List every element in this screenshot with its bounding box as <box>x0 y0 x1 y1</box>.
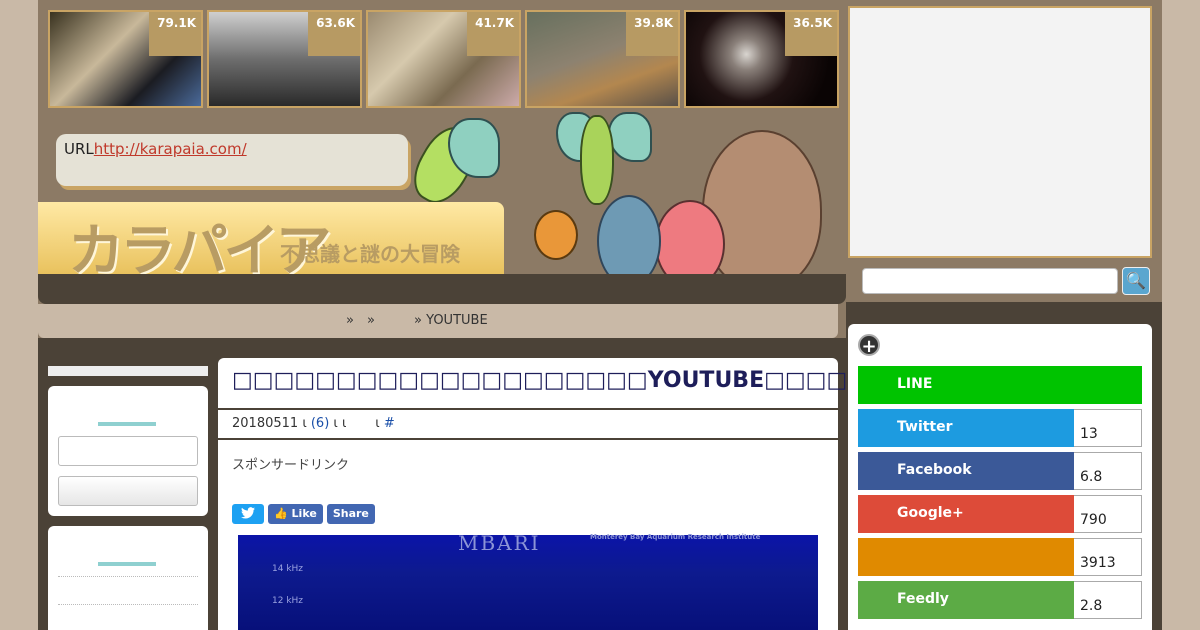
sidebar-search-card <box>48 386 208 516</box>
share-row-hatena[interactable]: 3913 <box>858 538 1142 576</box>
article-title[interactable]: □□□□□□□□□□□□□□□□□□□□YOUTUBE□□□□□□□□ <box>232 368 930 393</box>
view-count: 36.5K <box>785 12 837 56</box>
url-bubble: URLhttp://karapaia.com/ <box>56 134 408 186</box>
social-share-panel: + LINE Twitter 13 Facebook 6.8 Google+ 790 3913… <box>848 324 1152 630</box>
header-bottom-bar <box>38 274 846 304</box>
list-divider <box>58 604 198 605</box>
orange-mascot <box>534 210 578 260</box>
twitter-share-count: 13 <box>1074 409 1142 447</box>
spectrogram-tick: 12 kHz <box>272 596 304 606</box>
mbari-logo-subtitle: Monterey Bay Aquarium Research Institute <box>590 533 761 541</box>
breadcrumb-separator: » <box>367 313 375 328</box>
thumbnail-5[interactable]: 36.5K <box>684 10 839 108</box>
title-divider <box>218 408 838 410</box>
share-row-facebook[interactable]: Facebook 6.8 <box>858 452 1142 490</box>
section-divider <box>98 562 156 566</box>
like-label: Like <box>291 507 317 520</box>
spectrogram-tick: 14 kHz <box>272 564 304 574</box>
mbari-logo: MBARI <box>458 531 541 555</box>
tweet-button[interactable] <box>232 504 264 524</box>
popular-thumbnails: 79.1K 63.6K 41.7K 39.8K 36.5K <box>48 10 839 108</box>
twitter-share-button[interactable]: Twitter <box>858 409 1074 447</box>
site-tagline: 不思議と謎の大冒険 <box>280 242 460 266</box>
hatena-share-button[interactable] <box>858 538 1074 576</box>
share-label: Share <box>332 507 369 520</box>
search-button[interactable]: 🔍 <box>1122 267 1150 295</box>
embedded-video[interactable]: MBARI Monterey Bay Aquarium Research Ins… <box>238 531 818 630</box>
meta-separator: ι <box>302 416 307 431</box>
advertisement-box <box>848 6 1152 258</box>
sidebar-list-card <box>48 526 208 630</box>
facebook-share-count: 6.8 <box>1074 452 1142 490</box>
article: □□□□□□□□□□□□□□□□□□□□YOUTUBE□□□□□□□□ 2018… <box>218 358 930 630</box>
share-row-twitter[interactable]: Twitter 13 <box>858 409 1142 447</box>
search-icon: 🔍 <box>1126 271 1146 290</box>
article-share-buttons: 👍 Like Share <box>232 504 375 524</box>
share-row-feedly[interactable]: Feedly 2.8 <box>858 581 1142 619</box>
comment-count-link[interactable]: (6) <box>311 416 329 431</box>
breadcrumb-current[interactable]: » YOUTUBE <box>414 313 488 328</box>
butterfly-mascot-center <box>580 115 614 205</box>
google-plus-share-button[interactable]: Google+ <box>858 495 1074 533</box>
share-row-line[interactable]: LINE <box>858 366 1142 404</box>
plus-icon[interactable]: + <box>858 334 880 357</box>
view-count: 79.1K <box>149 12 201 56</box>
sidebar-input[interactable] <box>58 436 198 466</box>
sidebar-header-strip <box>48 366 208 376</box>
section-divider <box>98 422 156 426</box>
tag-link[interactable]: # <box>384 416 395 431</box>
line-share-button[interactable]: LINE <box>858 366 1142 404</box>
facebook-share-button[interactable]: Facebook <box>858 452 1074 490</box>
thumbnail-2[interactable]: 63.6K <box>207 10 362 108</box>
site-logo-banner[interactable]: カラパイア 不思議と謎の大冒険 <box>38 202 504 284</box>
breadcrumb-separator: » <box>346 313 354 328</box>
hatena-share-count: 3913 <box>1074 538 1142 576</box>
breadcrumb: » » » YOUTUBE <box>38 304 838 338</box>
view-count: 39.8K <box>626 12 678 56</box>
thumbs-up-icon: 👍 <box>274 507 288 520</box>
meta-divider <box>218 438 838 440</box>
google-plus-share-count: 790 <box>1074 495 1142 533</box>
sponsored-link-label: スポンサードリンク <box>232 458 350 473</box>
share-row-google-plus[interactable]: Google+ 790 <box>858 495 1142 533</box>
search-area: 🔍 <box>848 262 1152 302</box>
article-meta: 20180511 ι (6) ι ι ι # <box>232 416 395 431</box>
feedly-share-button[interactable]: Feedly <box>858 581 1074 619</box>
view-count: 63.6K <box>308 12 360 56</box>
thumbnail-4[interactable]: 39.8K <box>525 10 680 108</box>
facebook-like-button[interactable]: 👍 Like <box>268 504 323 524</box>
thumbnail-1[interactable]: 79.1K <box>48 10 203 108</box>
meta-separator: ι <box>375 416 380 431</box>
thumbnail-3[interactable]: 41.7K <box>366 10 521 108</box>
twitter-icon <box>241 507 255 519</box>
sidebar-button[interactable] <box>58 476 198 506</box>
feedly-share-count: 2.8 <box>1074 581 1142 619</box>
view-count: 41.7K <box>467 12 519 56</box>
meta-separator: ι ι <box>333 416 347 431</box>
url-prefix: URL <box>64 140 94 158</box>
search-input[interactable] <box>862 268 1118 294</box>
facebook-share-button[interactable]: Share <box>326 504 375 524</box>
site-url-link[interactable]: http://karapaia.com/ <box>94 140 247 158</box>
post-date: 20180511 <box>232 416 299 431</box>
list-divider <box>58 576 198 577</box>
